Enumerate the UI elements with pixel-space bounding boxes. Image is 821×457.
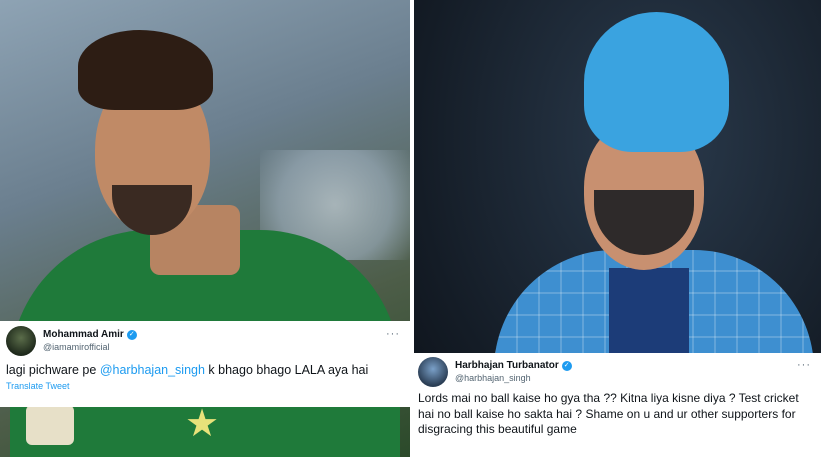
- more-options-icon[interactable]: ···: [386, 328, 400, 340]
- jersey-badge: [26, 405, 74, 445]
- blue-turban: [584, 12, 729, 152]
- tweet-text-end: k bhago bhago LALA aya hai: [204, 363, 369, 377]
- avatar[interactable]: [418, 357, 448, 387]
- verified-badge-icon: ✓: [126, 330, 137, 340]
- jersey-star-icon: ★: [185, 403, 220, 445]
- hair: [78, 30, 213, 110]
- tweet-text-start: lagi pichware pe: [6, 363, 100, 377]
- tweet-card-amir[interactable]: Mohammad Amir ✓ @iamamirofficial ··· lag…: [0, 321, 410, 407]
- user-handle[interactable]: @iamamirofficial: [43, 341, 137, 353]
- translate-tweet-link[interactable]: Translate Tweet: [6, 381, 404, 391]
- tweet-header: Harbhajan Turbanator ✓ @harbhajan_singh …: [418, 357, 815, 387]
- tweet-author: Mohammad Amir ✓ @iamamirofficial: [43, 329, 137, 353]
- tweet-author: Harbhajan Turbanator ✓ @harbhajan_singh: [455, 360, 572, 384]
- tweet-card-harbhajan[interactable]: Harbhajan Turbanator ✓ @harbhajan_singh …: [414, 353, 821, 457]
- display-name[interactable]: Mohammad Amir: [43, 329, 124, 341]
- display-name[interactable]: Harbhajan Turbanator: [455, 360, 559, 372]
- tweet-text: lagi pichware pe @harbhajan_singh k bhag…: [6, 362, 404, 378]
- avatar[interactable]: [6, 326, 36, 356]
- tweet-header: Mohammad Amir ✓ @iamamirofficial ···: [6, 326, 404, 356]
- user-handle[interactable]: @harbhajan_singh: [455, 372, 572, 384]
- more-options-icon[interactable]: ···: [797, 359, 811, 371]
- verified-badge-icon: ✓: [561, 361, 572, 371]
- tweet-text: Lords mai no ball kaise ho gya tha ?? Ki…: [418, 391, 799, 436]
- mention-link[interactable]: @harbhajan_singh: [100, 363, 205, 377]
